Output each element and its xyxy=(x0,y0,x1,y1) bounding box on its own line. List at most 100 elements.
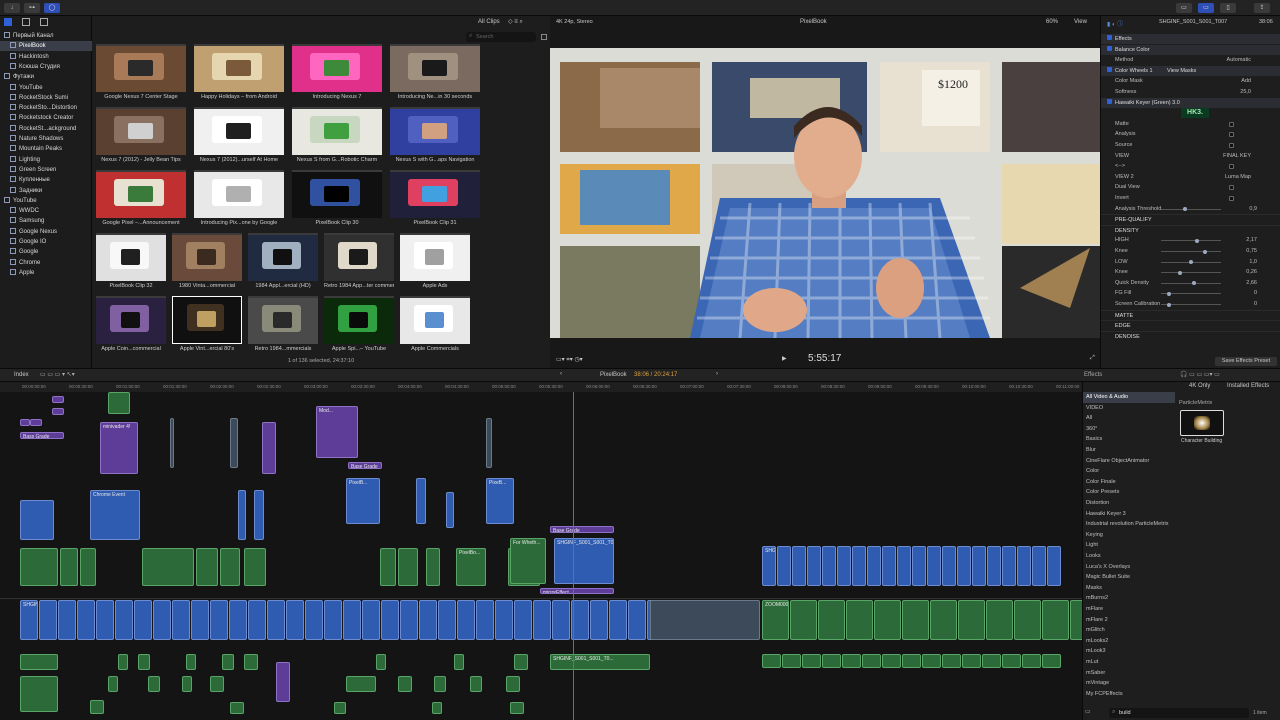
video-clip[interactable] xyxy=(777,546,791,586)
play-icon[interactable]: ▶ xyxy=(782,355,787,362)
audio-clip[interactable] xyxy=(244,548,266,586)
video-clip[interactable] xyxy=(362,600,380,640)
audio-clip[interactable] xyxy=(1042,600,1069,640)
audio-clip[interactable] xyxy=(80,548,96,586)
slider-knob[interactable] xyxy=(1203,249,1207,254)
gap-clip[interactable] xyxy=(230,418,238,468)
library-item[interactable]: Chrome xyxy=(0,258,92,268)
effects-search-field[interactable]: ⌕ build xyxy=(1109,708,1249,718)
video-clip[interactable] xyxy=(957,546,971,586)
toggle-inspector-button[interactable]: ▯ xyxy=(1220,3,1236,13)
library-item[interactable]: Rocketstock Creator xyxy=(0,113,92,123)
audio-clip[interactable] xyxy=(210,676,224,692)
inspector-row[interactable]: Source xyxy=(1101,140,1280,150)
clip-thumbnail[interactable]: Nexus S with G...aps Navigation xyxy=(390,107,480,163)
video-clip[interactable] xyxy=(1017,546,1031,586)
titles-tab-icon[interactable] xyxy=(39,18,48,26)
clip-thumbnail[interactable]: Apple Spi...– YouTube xyxy=(324,296,394,352)
effect-category-item[interactable]: mLook3 xyxy=(1083,646,1175,657)
audio-clip[interactable] xyxy=(244,654,258,670)
parameter-slider[interactable] xyxy=(1161,291,1221,296)
effect-category-item[interactable]: All xyxy=(1083,413,1175,424)
clip-thumbnail[interactable]: Happy Holidays – from Android xyxy=(194,44,284,100)
video-clip[interactable] xyxy=(837,546,851,586)
audio-clip[interactable] xyxy=(90,700,104,714)
inspector-row[interactable]: Knee 0,26 xyxy=(1101,267,1280,277)
clip-thumbnail[interactable]: Google Nexus 7 Center Stage xyxy=(96,44,186,100)
audio-clip[interactable] xyxy=(148,676,160,692)
audio-clip[interactable] xyxy=(426,548,440,586)
effect-category-item[interactable]: Color xyxy=(1083,466,1175,477)
audio-clip[interactable] xyxy=(398,676,412,692)
video-clip[interactable]: SHGINF_S001_S001_T0... xyxy=(20,600,38,640)
toggle-timeline-button[interactable]: ▭ xyxy=(1198,3,1214,13)
clip-thumbnail[interactable]: Apple Vint...ercial 80's xyxy=(172,296,242,352)
audio-clip[interactable] xyxy=(186,654,196,670)
video-clip[interactable] xyxy=(286,600,304,640)
inspector-row[interactable]: Dual View xyxy=(1101,182,1280,192)
audio-clip[interactable] xyxy=(108,392,130,414)
video-clip[interactable] xyxy=(457,600,475,640)
video-clip[interactable]: PixeB... xyxy=(486,478,514,524)
slider-knob[interactable] xyxy=(1177,270,1182,275)
library-item[interactable]: Apple xyxy=(0,268,92,278)
audio-clip[interactable] xyxy=(108,676,118,692)
4k-only-filter[interactable]: 4K Only xyxy=(1189,383,1210,389)
clip-thumbnail[interactable]: PixelBook Clip 31 xyxy=(390,170,480,226)
video-clip[interactable] xyxy=(343,600,361,640)
effect-category-item[interactable]: Keying xyxy=(1083,530,1175,541)
audio-clip[interactable] xyxy=(454,654,464,670)
history-back-icon[interactable]: ‹ xyxy=(560,371,562,377)
audio-clip[interactable]: ZOOM0001... xyxy=(762,600,789,640)
parameter-slider[interactable] xyxy=(1161,270,1221,275)
video-clip[interactable] xyxy=(807,546,821,586)
title-clip[interactable]: Mod... xyxy=(316,406,358,458)
video-clip[interactable] xyxy=(248,600,266,640)
inspector-row[interactable]: Color Mask Add xyxy=(1101,76,1280,86)
audio-clip[interactable]: SHGINF_S001_S001_T0... xyxy=(550,654,650,670)
title-clip[interactable] xyxy=(20,419,30,426)
effect-category-item[interactable]: Magic Bullet Suite xyxy=(1083,572,1175,583)
slider-knob[interactable] xyxy=(1183,207,1188,212)
clip-thumbnail[interactable]: Google Pixel –...Announcement xyxy=(96,170,186,226)
import-button[interactable]: ↓ xyxy=(4,3,20,13)
title-clip[interactable] xyxy=(52,408,64,415)
viewer-timecode[interactable]: 5:55:17 xyxy=(808,353,841,364)
library-item[interactable]: Hackintosh xyxy=(0,52,92,62)
library-item[interactable]: Google xyxy=(0,247,92,257)
effect-category-item[interactable]: mFlare 2 xyxy=(1083,615,1175,626)
effect-category-item[interactable]: Masks xyxy=(1083,583,1175,594)
library-item[interactable]: Green Screen xyxy=(0,165,92,175)
parameter-slider[interactable] xyxy=(1161,260,1221,265)
audio-clip[interactable] xyxy=(20,654,58,670)
library-item[interactable]: YouTube xyxy=(0,83,92,93)
effect-category-item[interactable]: mLooks2 xyxy=(1083,636,1175,647)
video-clip[interactable] xyxy=(153,600,171,640)
audio-clip[interactable] xyxy=(432,702,442,714)
audio-clip[interactable] xyxy=(20,548,58,586)
library-item[interactable]: Первый Канал xyxy=(0,31,92,41)
video-clip[interactable] xyxy=(58,600,76,640)
clip-thumbnail[interactable]: Introducing Ne...in 30 seconds xyxy=(390,44,480,100)
inspector-row[interactable]: Quick Density 2,66 xyxy=(1101,278,1280,288)
gap-clip[interactable] xyxy=(170,418,174,468)
clip-thumbnail[interactable]: PixelBook Clip 32 xyxy=(96,233,166,289)
audio-clip[interactable] xyxy=(434,676,446,692)
filmstrip-toggle-icon[interactable] xyxy=(541,34,547,40)
video-clip[interactable]: SHGINF_S001_S001_T0... xyxy=(554,538,614,584)
library-item[interactable]: Google Nexus xyxy=(0,227,92,237)
library-item[interactable]: Google IO xyxy=(0,237,92,247)
video-clip[interactable] xyxy=(852,546,866,586)
audio-clip[interactable] xyxy=(470,676,482,692)
video-clip[interactable] xyxy=(792,546,806,586)
inspector-row[interactable]: Balance Color xyxy=(1101,44,1280,55)
inspector-row[interactable]: Matte xyxy=(1101,119,1280,129)
audio-clip[interactable] xyxy=(398,548,418,586)
inspector-row[interactable]: FG Fill 0 xyxy=(1101,288,1280,298)
effect-category-item[interactable]: mLut xyxy=(1083,657,1175,668)
audio-clip[interactable] xyxy=(790,600,817,640)
enable-checkbox[interactable] xyxy=(1107,35,1112,40)
gap-clip[interactable] xyxy=(486,418,492,468)
video-clip[interactable] xyxy=(476,600,494,640)
library-item[interactable]: Lighting xyxy=(0,155,92,165)
